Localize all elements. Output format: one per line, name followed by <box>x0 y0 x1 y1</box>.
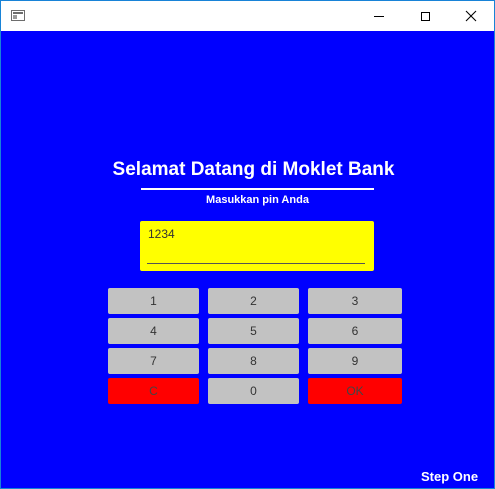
key-0-button[interactable]: 0 <box>208 378 299 404</box>
pin-prompt: Masukkan pin Anda <box>206 194 309 206</box>
key-2-button[interactable]: 2 <box>208 288 299 314</box>
app-icon <box>11 10 25 21</box>
pin-input[interactable]: 1234 <box>140 221 374 271</box>
page-title: Selamat Datang di Moklet Bank <box>112 159 395 180</box>
key-4-button[interactable]: 4 <box>108 318 199 344</box>
key-7-button[interactable]: 7 <box>108 348 199 374</box>
key-6-button[interactable]: 6 <box>308 318 402 344</box>
step-label: Step One <box>421 469 479 484</box>
key-8-button[interactable]: 8 <box>208 348 299 374</box>
maximize-icon <box>420 11 430 21</box>
clear-button[interactable]: C <box>108 378 199 404</box>
pin-input-value: 1234 <box>148 227 175 241</box>
main-panel: Selamat Datang di Moklet Bank Masukkan p… <box>1 31 494 488</box>
title-bar[interactable] <box>1 1 494 31</box>
key-1-button[interactable]: 1 <box>108 288 199 314</box>
ok-button[interactable]: OK <box>308 378 402 404</box>
app-window: Selamat Datang di Moklet Bank Masukkan p… <box>0 0 495 489</box>
key-5-button[interactable]: 5 <box>208 318 299 344</box>
minimize-icon <box>374 15 384 17</box>
title-underline <box>141 188 374 190</box>
close-button[interactable] <box>448 1 494 31</box>
minimize-button[interactable] <box>356 1 402 31</box>
key-3-button[interactable]: 3 <box>308 288 402 314</box>
maximize-button[interactable] <box>402 1 448 31</box>
pin-input-underline <box>147 263 365 264</box>
close-icon <box>465 10 477 22</box>
key-9-button[interactable]: 9 <box>308 348 402 374</box>
